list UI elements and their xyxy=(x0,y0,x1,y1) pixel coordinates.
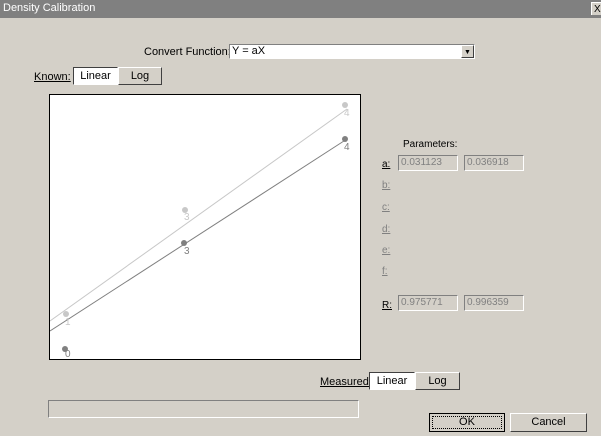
param-a-value-1[interactable]: 0.031123 xyxy=(398,155,458,171)
param-a-label: a: xyxy=(382,159,391,170)
convert-function-value: Y = aX xyxy=(232,45,266,57)
known-log-button[interactable]: Log xyxy=(118,67,162,85)
measured-fit-line xyxy=(49,138,348,332)
calibration-plot: 0 1 3 3 4 4 xyxy=(49,94,361,360)
param-f-label: f: xyxy=(382,266,388,277)
close-button[interactable]: X xyxy=(591,2,601,15)
param-r-label: R: xyxy=(382,300,392,311)
param-e-label: e: xyxy=(382,245,391,256)
param-a-value-2[interactable]: 0.036918 xyxy=(464,155,524,171)
known-fit-line xyxy=(49,108,348,322)
measured-log-button[interactable]: Log xyxy=(415,372,460,390)
point-label: 4 xyxy=(344,108,350,119)
measured-linear-button[interactable]: Linear xyxy=(369,372,415,390)
param-r-value-1[interactable]: 0.975771 xyxy=(398,295,458,311)
param-d-label: d: xyxy=(382,224,391,235)
point-label: 0 xyxy=(65,349,71,359)
title-bar: Density Calibration X xyxy=(0,0,601,18)
window-title: Density Calibration xyxy=(3,2,96,14)
param-c-label: c: xyxy=(382,202,390,213)
param-b-label: b: xyxy=(382,180,391,191)
parameters-heading: Parameters: xyxy=(403,139,458,150)
progress-bar xyxy=(48,400,359,418)
point-label: 4 xyxy=(344,142,350,153)
param-r-value-2[interactable]: 0.996359 xyxy=(464,295,524,311)
point-label: 3 xyxy=(184,246,190,257)
point-label: 1 xyxy=(65,317,71,328)
calibration-plot-svg: 0 1 3 3 4 4 xyxy=(49,102,350,360)
known-label: Known: xyxy=(34,71,71,83)
point-label: 3 xyxy=(184,212,190,223)
chevron-down-icon[interactable]: ▼ xyxy=(461,45,474,58)
measured-label: Measured: xyxy=(320,376,372,388)
known-linear-button[interactable]: Linear xyxy=(73,67,118,85)
cancel-button[interactable]: Cancel xyxy=(510,413,587,432)
convert-function-label-text: Convert Function: xyxy=(144,46,231,58)
convert-function-label: Convert Function: xyxy=(144,46,231,58)
density-calibration-window: Density Calibration X Convert Function: … xyxy=(0,0,601,436)
ok-button[interactable]: OK xyxy=(429,413,505,432)
convert-function-select[interactable]: Y = aX ▼ xyxy=(229,44,475,59)
